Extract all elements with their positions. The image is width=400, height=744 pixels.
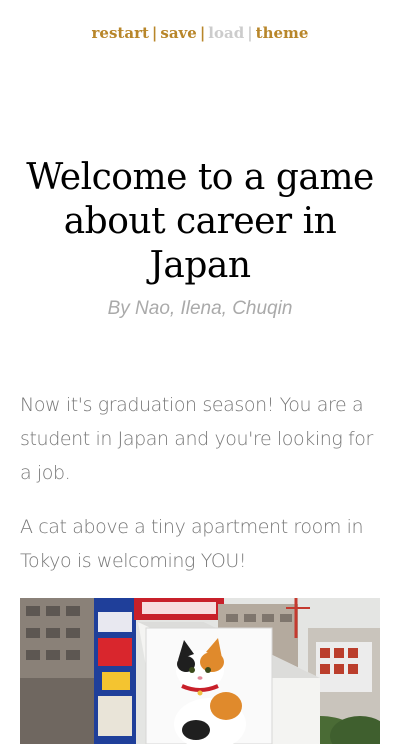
game-title: Welcome to a game about career in Japan	[26, 157, 374, 286]
tokyo-cat-billboard-image	[20, 598, 380, 744]
byline: By Nao, Ilena, Chuqin	[107, 298, 293, 319]
story-paragraph: Now it's graduation season! You are a st…	[20, 394, 373, 484]
story-paragraph: A cat above a tiny apartment room in Tok…	[20, 516, 364, 572]
save-link[interactable]: save	[160, 24, 196, 42]
top-menu: restart | save | load | theme	[0, 22, 400, 44]
load-link: load	[208, 24, 245, 42]
menu-separator: |	[199, 24, 206, 42]
restart-link[interactable]: restart	[92, 24, 149, 42]
story-image	[20, 598, 380, 744]
menu-separator: |	[151, 24, 158, 42]
theme-link[interactable]: theme	[256, 24, 309, 42]
menu-separator: |	[247, 24, 253, 42]
